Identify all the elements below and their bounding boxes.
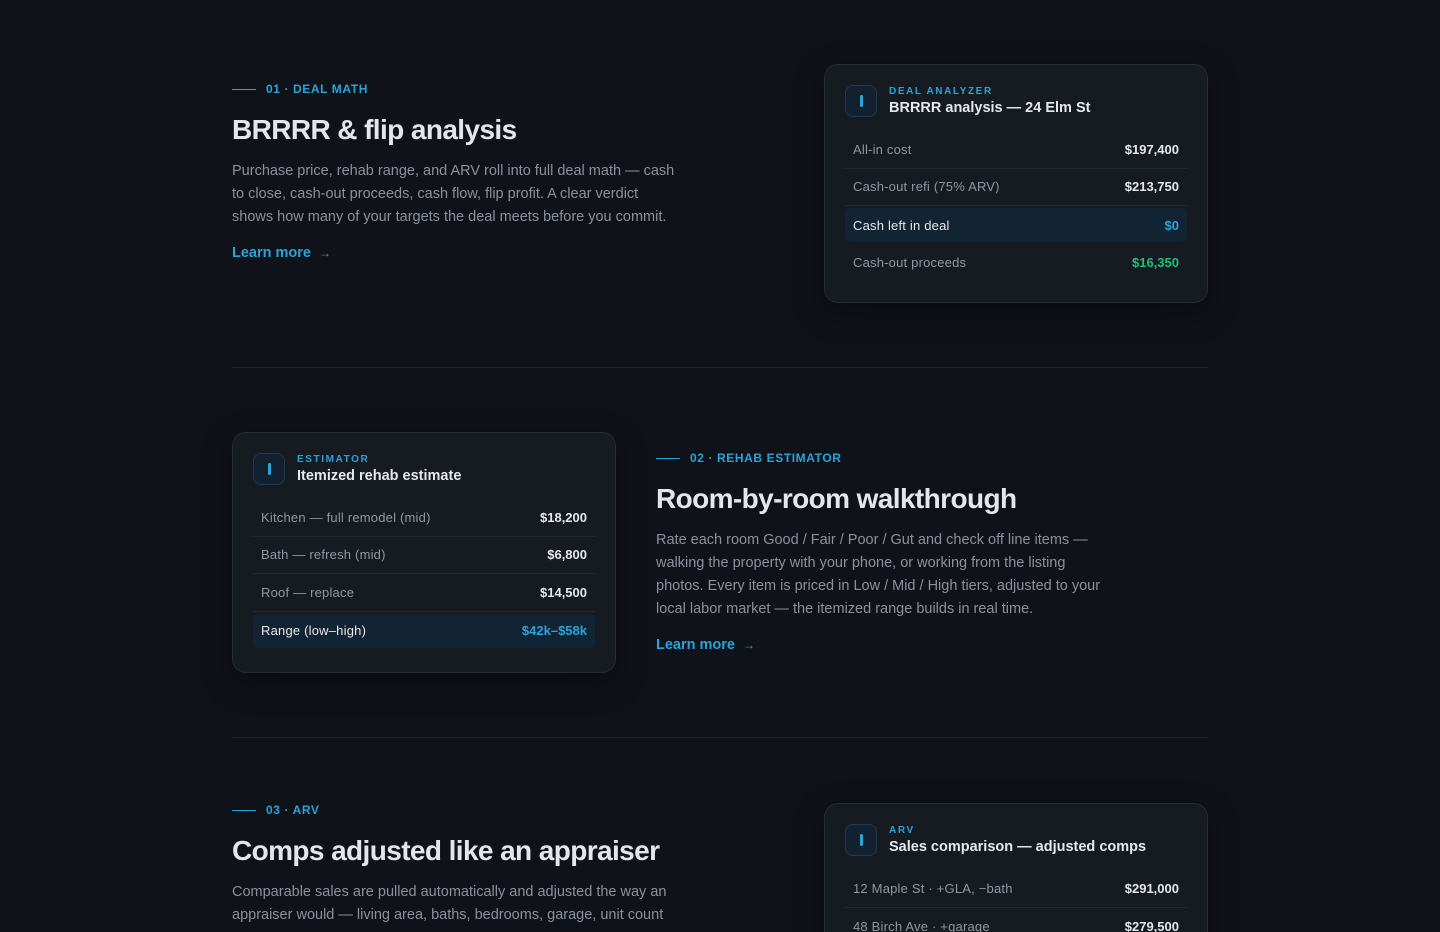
card-row-highlight: Range (low–high) $42k–$58k [253,613,595,648]
section-title: Room-by-room walkthrough [656,483,1017,514]
arrow-right-icon: → [318,246,331,260]
card-row: 48 Birch Ave · +garage $279,500 [845,908,1187,932]
eyebrow-label: 02 · REHAB ESTIMATOR [690,451,842,465]
card-row: Roof — replace $14,500 [253,574,595,612]
eyebrow-label: 03 · ARV [266,803,320,817]
card-kicker: DEAL ANALYZER [889,86,993,97]
card-row: Cash-out refi (75% ARV) $213,750 [845,169,1187,206]
card-row: Bath — refresh (mid) $6,800 [253,537,595,574]
rehab-estimate-card: ESTIMATOR Itemized rehab estimate Kitche… [232,432,616,673]
row-value: $42k–$58k [521,623,587,638]
card-row-highlight: Cash left in deal $0 [845,208,1187,242]
section-rehab-estimator: 02 · REHAB ESTIMATOR Room-by-room walkth… [656,451,1116,654]
card-row: All-in cost $197,400 [845,131,1187,169]
row-label: 48 Birch Ave · +garage [853,918,990,932]
row-value: $291,000 [1124,880,1179,896]
learn-more-link[interactable]: Learn more → [656,637,755,653]
row-label: Range (low–high) [261,623,367,638]
card-header: ARV Sales comparison — adjusted comps [845,824,1187,856]
section-divider [232,367,1208,368]
row-value: $213,750 [1124,179,1179,195]
card-title: BRRRR analysis — 24 Elm St [889,100,1091,116]
eyebrow-line [656,457,680,459]
section-description: Purchase price, rehab range, and ARV rol… [232,163,675,225]
sales-comparison-card: ARV Sales comparison — adjusted comps 12… [824,803,1208,932]
analyzer-icon [845,85,877,117]
arrow-right-icon: → [742,638,755,652]
estimator-icon [253,453,285,485]
card-title: Sales comparison — adjusted comps [889,839,1147,855]
row-label: Roof — replace [261,584,355,600]
learn-more-label: Learn more [656,637,735,653]
card-kicker: ARV [889,825,915,836]
row-value: $14,500 [540,584,587,600]
row-label: Kitchen — full remodel (mid) [261,509,431,525]
section-description: Rate each room Good / Fair / Poor / Gut … [656,532,1101,617]
row-label: Cash left in deal [853,217,950,233]
row-value: $279,500 [1124,918,1179,932]
eyebrow-line [232,88,256,90]
row-value: $16,350 [1132,255,1179,271]
row-value: $197,400 [1124,141,1179,157]
learn-more-label: Learn more [232,245,311,261]
section-eyebrow: 02 · REHAB ESTIMATOR [656,451,1116,465]
card-row: Cash-out proceeds $16,350 [845,244,1187,282]
card-row: 12 Maple St · +GLA, −bath $291,000 [845,870,1187,908]
row-value: $0 [1164,217,1179,233]
row-label: 12 Maple St · +GLA, −bath [853,880,1013,896]
arv-icon [845,824,877,856]
learn-more-link[interactable]: Learn more → [232,245,331,261]
row-label: Bath — refresh (mid) [261,547,386,563]
row-value: $18,200 [540,509,587,525]
card-title: Itemized rehab estimate [297,468,462,484]
row-label: Cash-out refi (75% ARV) [853,179,1000,195]
card-header: ESTIMATOR Itemized rehab estimate [253,453,595,485]
eyebrow-label: 01 · DEAL MATH [266,82,368,96]
row-label: Cash-out proceeds [853,255,967,271]
card-header: DEAL ANALYZER BRRRR analysis — 24 Elm St [845,85,1187,117]
eyebrow-line [232,809,256,811]
section-description: Comparable sales are pulled automaticall… [232,884,667,923]
section-divider [232,737,1208,738]
card-kicker: ESTIMATOR [297,454,370,465]
row-label: All-in cost [853,141,912,157]
card-row: Kitchen — full remodel (mid) $18,200 [253,499,595,537]
row-value: $6,800 [547,547,587,563]
deal-analyzer-card: DEAL ANALYZER BRRRR analysis — 24 Elm St… [824,64,1208,303]
